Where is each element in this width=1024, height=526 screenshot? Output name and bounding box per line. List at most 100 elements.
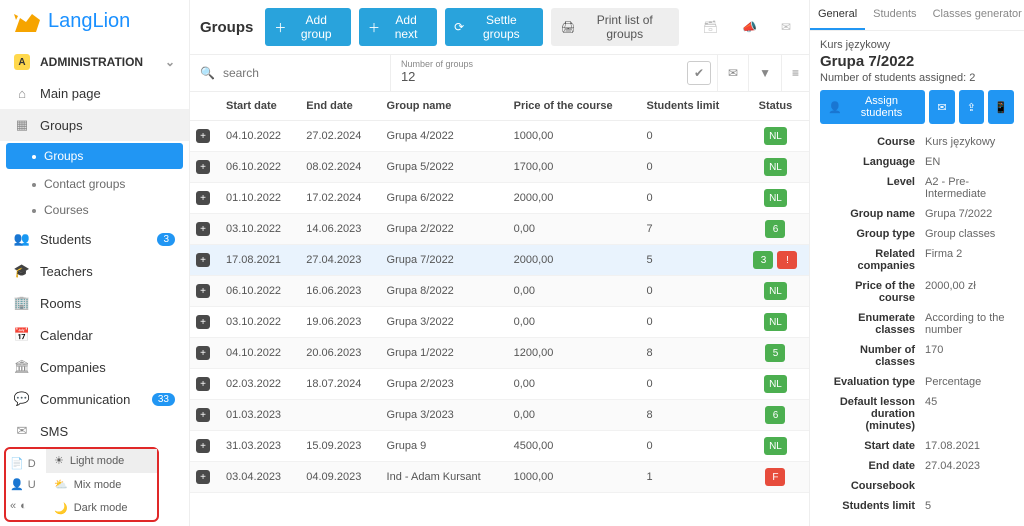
sms-icon: ✉	[14, 423, 30, 439]
nav-companies[interactable]: 🏛Companies	[0, 351, 189, 383]
cell-end: 08.02.2024	[300, 152, 380, 183]
cloud-icon: ⛅	[54, 478, 68, 491]
col-end[interactable]: End date	[300, 92, 380, 121]
table-row[interactable]: +06.10.202208.02.2024Grupa 5/20221700,00…	[190, 152, 809, 183]
export-button[interactable]: ⇪	[959, 90, 984, 124]
tab-classes[interactable]: Classes generator	[925, 0, 1024, 30]
chat-icon: 💬	[14, 391, 30, 407]
expand-icon[interactable]: +	[196, 408, 210, 422]
search-box[interactable]: 🔍	[190, 55, 390, 91]
cell-start: 03.04.2023	[220, 462, 300, 493]
add-next-button[interactable]: ＋Add next	[359, 8, 437, 46]
add-group-button[interactable]: ＋Add group	[265, 8, 351, 46]
table-row[interactable]: +03.04.202304.09.2023Ind - Adam Kursant1…	[190, 462, 809, 493]
table-row[interactable]: +03.10.202214.06.2023Grupa 2/20220,0076	[190, 214, 809, 245]
col-start[interactable]: Start date	[220, 92, 300, 121]
table-row[interactable]: +06.10.202216.06.2023Grupa 8/20220,000NL	[190, 276, 809, 307]
table-row[interactable]: +01.03.2023Grupa 3/20230,0086	[190, 400, 809, 431]
mail-icon[interactable]: ✉	[773, 16, 799, 38]
mode-label: Dark mode	[74, 502, 128, 514]
cell-limit: 0	[641, 183, 742, 214]
mix-mode[interactable]: ⛅Mix mode	[46, 473, 157, 497]
table-row[interactable]: +04.10.202227.02.2024Grupa 4/20221000,00…	[190, 121, 809, 152]
nav-sub-contactgroups[interactable]: Contact groups	[0, 171, 189, 197]
dark-mode[interactable]: 🌙Dark mode	[46, 496, 157, 520]
nav-sub-courses[interactable]: Courses	[0, 197, 189, 223]
table-row[interactable]: +04.10.202220.06.2023Grupa 1/20221200,00…	[190, 338, 809, 369]
prop-value: Kurs językowy	[925, 136, 995, 148]
col-limit[interactable]: Students limit	[641, 92, 742, 121]
search-input[interactable]	[221, 65, 380, 81]
expand-icon[interactable]: +	[196, 191, 210, 205]
calendar-icon: 📅	[14, 327, 30, 343]
nav-rooms[interactable]: 🏢Rooms	[0, 287, 189, 319]
nav-teachers[interactable]: 🎓Teachers	[0, 255, 189, 287]
menu-tool[interactable]: ≡	[781, 55, 809, 91]
expand-icon[interactable]: +	[196, 346, 210, 360]
check-tool[interactable]: ✔	[687, 61, 711, 85]
logo[interactable]: LangLion	[0, 0, 189, 42]
nav-administration[interactable]: A ADMINISTRATION ⌄	[0, 46, 189, 78]
cell-limit: 0	[641, 152, 742, 183]
assign-students-button[interactable]: 👤Assign students	[820, 90, 925, 124]
expand-icon[interactable]: +	[196, 284, 210, 298]
home-icon: ⌂	[14, 86, 30, 101]
lion-icon	[12, 8, 42, 34]
table-row[interactable]: +01.10.202217.02.2024Grupa 6/20222000,00…	[190, 183, 809, 214]
table-row[interactable]: +02.03.202218.07.2024Grupa 2/20230,000NL	[190, 369, 809, 400]
table-header-row: Start date End date Group name Price of …	[190, 92, 809, 121]
cell-group: Grupa 2/2023	[381, 369, 508, 400]
nav-students[interactable]: 👥Students3	[0, 223, 189, 255]
expand-icon[interactable]: +	[196, 129, 210, 143]
table-row[interactable]: +03.10.202219.06.2023Grupa 3/20220,000NL	[190, 307, 809, 338]
nav-sub-groups[interactable]: Groups	[6, 143, 183, 169]
table-row[interactable]: +31.03.202315.09.2023Grupa 94500,000NL	[190, 431, 809, 462]
mail-tool[interactable]: ✉	[717, 55, 748, 91]
tab-students[interactable]: Students	[865, 0, 924, 30]
archive-icon[interactable]: 🗃	[695, 16, 726, 38]
light-mode[interactable]: ☀Light mode	[46, 449, 157, 473]
contrast-icon[interactable]: ◐	[20, 500, 27, 512]
cell-end: 20.06.2023	[300, 338, 380, 369]
detail-tabs: General Students Classes generator	[810, 0, 1024, 31]
announce-icon[interactable]: 📣	[734, 16, 765, 38]
col-price[interactable]: Price of the course	[508, 92, 641, 121]
col-group[interactable]: Group name	[381, 92, 508, 121]
message-button[interactable]: ✉	[929, 90, 954, 124]
detail-props: CourseKurs językowyLanguageENLevelA2 - P…	[810, 128, 1024, 520]
table-row[interactable]: +17.08.202127.04.2023Grupa 7/20222000,00…	[190, 245, 809, 276]
cell-group: Grupa 2/2022	[381, 214, 508, 245]
status-badge: 6	[765, 406, 785, 424]
status-badge: NL	[764, 313, 787, 331]
prop-label: End date	[820, 460, 925, 472]
expand-icon[interactable]: +	[196, 439, 210, 453]
btn-label: Settle groups	[468, 13, 534, 41]
filter-tool[interactable]: ▼	[748, 55, 781, 91]
tab-general[interactable]: General	[810, 0, 865, 30]
nav-communication[interactable]: 💬Communication33	[0, 383, 189, 415]
expand-icon[interactable]: +	[196, 470, 210, 484]
nav-calendar[interactable]: 📅Calendar	[0, 319, 189, 351]
nav-groups[interactable]: ▦Groups	[0, 109, 189, 141]
nav-label: Companies	[40, 360, 106, 375]
mobile-button[interactable]: 📱	[988, 90, 1014, 124]
cell-end: 27.04.2023	[300, 245, 380, 276]
cell-group: Grupa 3/2023	[381, 400, 508, 431]
prop-label: Default lesson duration (minutes)	[820, 396, 925, 432]
cell-limit: 0	[641, 276, 742, 307]
expand-icon[interactable]: +	[196, 222, 210, 236]
admin-label: ADMINISTRATION	[40, 55, 143, 69]
doc-icon: 📄	[10, 457, 24, 470]
nav-sms[interactable]: ✉SMS	[0, 415, 189, 447]
expand-icon[interactable]: +	[196, 315, 210, 329]
col-status[interactable]: Status	[742, 92, 809, 121]
expand-icon[interactable]: +	[196, 253, 210, 267]
collapse-icon[interactable]: «	[10, 500, 16, 512]
counter-value: 12	[401, 69, 480, 84]
print-list-button[interactable]: 🖨Print list of groups	[551, 8, 678, 46]
expand-icon[interactable]: +	[196, 377, 210, 391]
expand-icon[interactable]: +	[196, 160, 210, 174]
settle-groups-button[interactable]: ⟳Settle groups	[445, 8, 543, 46]
cell-limit: 5	[641, 245, 742, 276]
nav-mainpage[interactable]: ⌂Main page	[0, 78, 189, 109]
